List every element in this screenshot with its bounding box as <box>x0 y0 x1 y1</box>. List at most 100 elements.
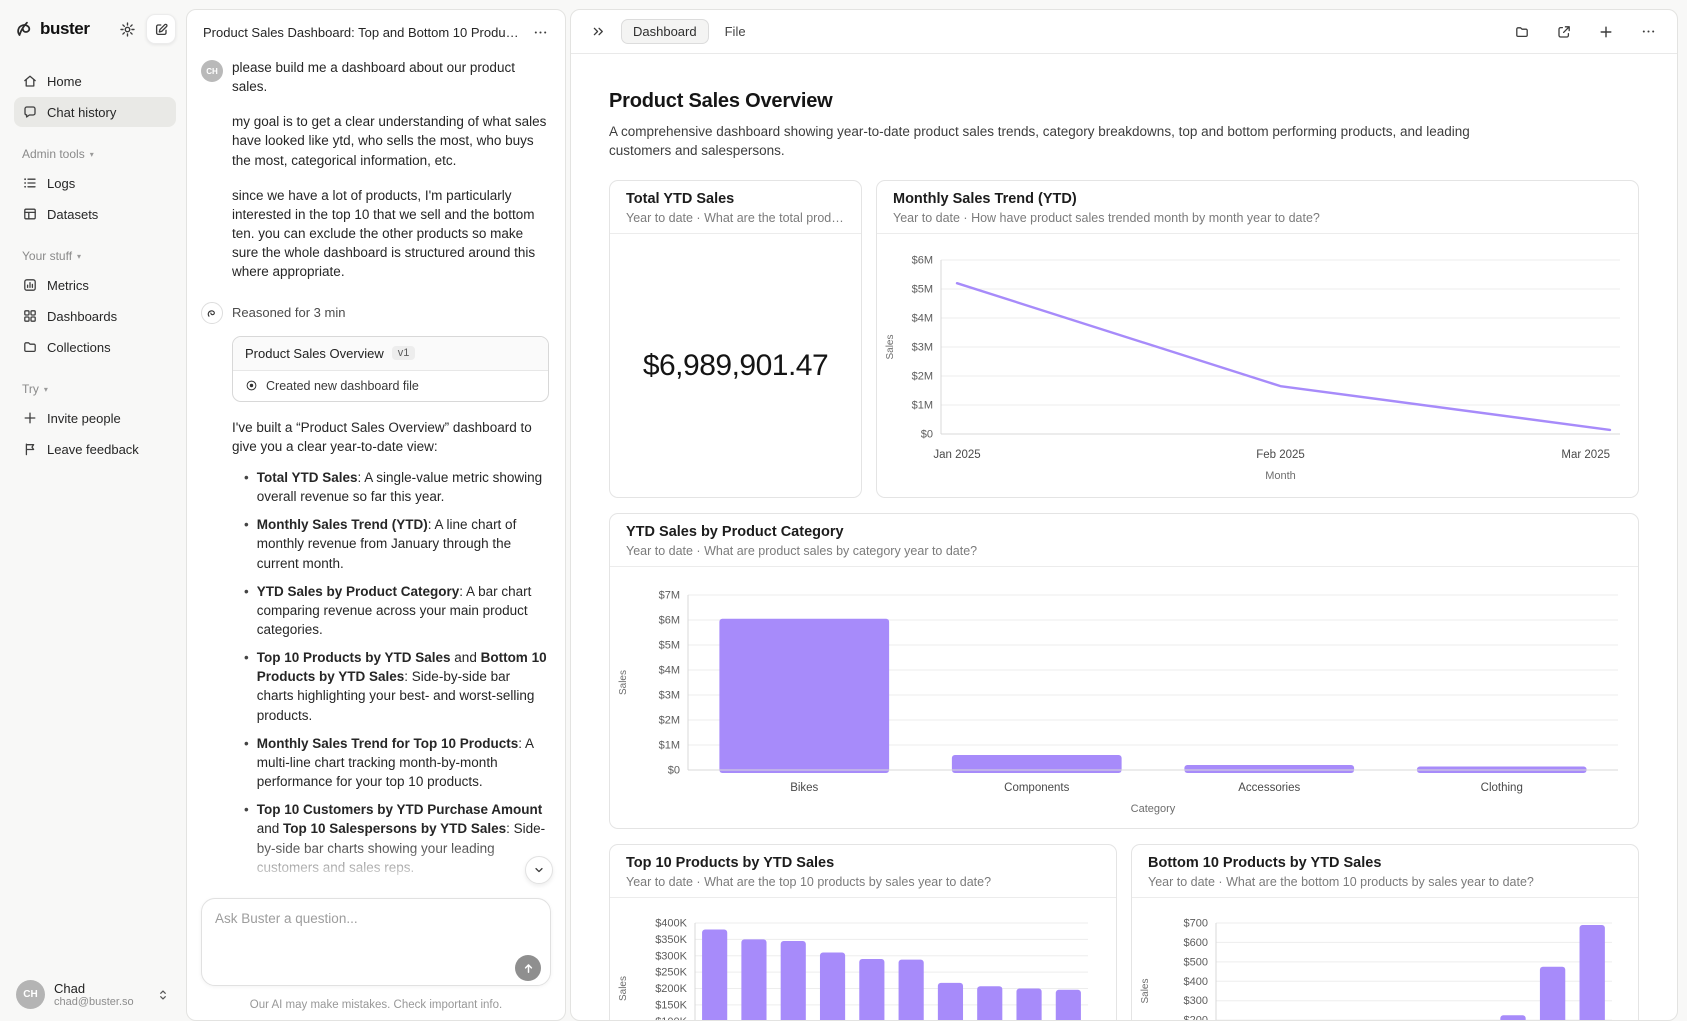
svg-text:$350K: $350K <box>655 934 687 946</box>
preview-actions <box>1509 19 1661 45</box>
new-chat-button[interactable] <box>146 14 176 44</box>
bar-chart: $7M$6M$5M$4M$3M$2M$1M$0SalesBikesCompone… <box>610 567 1638 829</box>
sidebar-item-label: Leave feedback <box>47 442 139 457</box>
buster-logo: buster <box>14 18 108 40</box>
svg-text:Sales: Sales <box>885 334 896 359</box>
sidebar-section-your-stuff[interactable]: Your stuff▾ <box>22 249 176 263</box>
svg-text:Components: Components <box>1004 782 1069 794</box>
chart-card-bottom-10-products[interactable]: Bottom 10 Products by YTD Sales Year to … <box>1131 844 1639 1020</box>
chat-more-options-button[interactable] <box>527 19 553 45</box>
dashboard-file-card[interactable]: Product Sales Overview v1 Created new da… <box>232 336 549 402</box>
svg-text:$0: $0 <box>668 765 680 777</box>
chat-header: Product Sales Dashboard: Top and Bottom … <box>187 10 565 54</box>
sidebar-item-home[interactable]: Home <box>14 66 176 96</box>
gear-icon <box>119 21 136 38</box>
chart-card-monthly-sales-trend[interactable]: Monthly Sales Trend (YTD) Year to date ·… <box>876 180 1639 498</box>
svg-text:$700: $700 <box>1184 918 1208 930</box>
svg-text:$400K: $400K <box>655 918 687 930</box>
share-icon <box>1556 24 1572 40</box>
metric-value: $6,989,901.47 <box>610 234 861 497</box>
sidebar-item-label: Collections <box>47 340 111 355</box>
line-chart: $6M$5M$4M$3M$2M$1M$0SalesJan 2025Feb 202… <box>877 234 1638 498</box>
chart-card-top-10-products[interactable]: Top 10 Products by YTD Sales Year to dat… <box>609 844 1117 1020</box>
dashboard-row-2: YTD Sales by Product Category Year to da… <box>609 513 1639 829</box>
bullet-marker: • <box>244 800 249 877</box>
dashboard-content[interactable]: Product Sales Overview A comprehensive d… <box>571 54 1677 1020</box>
scroll-to-bottom-button[interactable] <box>525 856 553 884</box>
logs-icon <box>22 175 38 191</box>
dashboards-icon <box>22 308 38 324</box>
dashboard-row-1: Total YTD Sales Year to date · What are … <box>609 180 1639 498</box>
chart-card-sales-by-category[interactable]: YTD Sales by Product Category Year to da… <box>609 513 1639 829</box>
assistant-bullet: •YTD Sales by Product Category: A bar ch… <box>232 582 549 639</box>
double-chevron-right-icon <box>591 24 606 39</box>
sidebar-item-invite-people[interactable]: Invite people <box>14 403 176 433</box>
sidebar-section-admin-tools[interactable]: Admin tools▾ <box>22 147 176 161</box>
sidebar-item-label: Home <box>47 74 82 89</box>
collapse-panel-button[interactable] <box>585 19 611 45</box>
sidebar-item-label: Logs <box>47 176 75 191</box>
svg-text:Mar 2025: Mar 2025 <box>1561 449 1610 461</box>
sidebar-item-label: Invite people <box>47 411 121 426</box>
sidebar-item-dashboards[interactable]: Dashboards <box>14 301 176 331</box>
svg-text:$6M: $6M <box>912 255 933 267</box>
sidebar-item-label: Dashboards <box>47 309 117 324</box>
user-name: Chad <box>54 981 134 996</box>
dashboard-panel: Dashboard File <box>570 9 1678 1021</box>
svg-text:$3M: $3M <box>912 342 933 354</box>
assistant-bullet: •Monthly Sales Trend for Top 10 Products… <box>232 734 549 791</box>
metric-card-total-ytd-sales[interactable]: Total YTD Sales Year to date · What are … <box>609 180 862 498</box>
bullet-text: Monthly Sales Trend (YTD): A line chart … <box>257 515 549 572</box>
app-root: buster Home Chat history Admin tools▾ Logs D… <box>0 0 1687 1021</box>
assistant-intro: I've built a “Product Sales Overview” da… <box>232 418 549 456</box>
bullet-text: Monthly Sales Trend for Top 10 Products:… <box>257 734 549 791</box>
svg-text:Category: Category <box>1131 803 1176 815</box>
assistant-bullet-list: •Total YTD Sales: A single-value metric … <box>232 468 549 892</box>
reasoning-status[interactable]: Reasoned for 3 min <box>201 302 549 324</box>
svg-text:$300: $300 <box>1184 995 1208 1007</box>
preview-more-options-button[interactable] <box>1635 19 1661 45</box>
bar-chart: $400K$350K$300K$250K$200K$150K$100K$50K$… <box>610 898 1116 1020</box>
sidebar-item-collections[interactable]: Collections <box>14 332 176 362</box>
section-label: Admin tools <box>22 147 85 161</box>
sidebar-item-label: Chat history <box>47 105 116 120</box>
sidebar-nav: Home Chat history Admin tools▾ Logs Datasets… <box>14 66 176 465</box>
metric-body: $6,989,901.47 <box>610 234 861 497</box>
chart-title: Top 10 Products by YTD Sales <box>626 853 1100 873</box>
main-area: Product Sales Dashboard: Top and Bottom … <box>186 0 1687 1021</box>
tab-dashboard[interactable]: Dashboard <box>621 19 709 44</box>
sidebar-item-chat-history[interactable]: Chat history <box>14 97 176 127</box>
settings-gear-button[interactable] <box>114 16 140 42</box>
sidebar-item-metrics[interactable]: Metrics <box>14 270 176 300</box>
sidebar-item-logs[interactable]: Logs <box>14 168 176 198</box>
chat-messages: CH please build me a dashboard about our… <box>187 54 565 892</box>
svg-text:$2M: $2M <box>659 715 680 727</box>
chat-input[interactable] <box>201 898 551 986</box>
user-menu[interactable]: CH Chad chad@buster.so <box>14 976 176 1009</box>
version-badge: v1 <box>392 346 416 360</box>
bullet-marker: • <box>244 734 249 791</box>
svg-text:$4M: $4M <box>659 665 680 677</box>
tab-file[interactable]: File <box>719 20 752 43</box>
sidebar-section-try[interactable]: Try▾ <box>22 382 176 396</box>
svg-text:Sales: Sales <box>1140 978 1151 1003</box>
send-button[interactable] <box>515 955 541 981</box>
chat-history-icon <box>22 104 38 120</box>
compose-icon <box>154 22 169 37</box>
add-button[interactable] <box>1593 19 1619 45</box>
folder-button[interactable] <box>1509 19 1535 45</box>
sidebar: buster Home Chat history Admin tools▾ Logs D… <box>0 0 186 1021</box>
chart-title: Total YTD Sales <box>626 189 845 209</box>
chart-subtitle: Year to date · What are the bottom 10 pr… <box>1148 874 1622 890</box>
preview-tabbar: Dashboard File <box>571 10 1677 54</box>
share-button[interactable] <box>1551 19 1577 45</box>
chat-panel: Product Sales Dashboard: Top and Bottom … <box>186 9 566 1021</box>
sidebar-item-datasets[interactable]: Datasets <box>14 199 176 229</box>
chat-title: Product Sales Dashboard: Top and Bottom … <box>203 25 519 40</box>
bar-chart-svg: $700$600$500$400$300$200$100$0Sales <box>1132 898 1638 1020</box>
chart-title: YTD Sales by Product Category <box>626 522 1622 542</box>
sidebar-item-leave-feedback[interactable]: Leave feedback <box>14 434 176 464</box>
plus-icon <box>1598 24 1614 40</box>
svg-text:$0: $0 <box>921 429 933 441</box>
message-paragraph: please build me a dashboard about our pr… <box>232 58 549 96</box>
